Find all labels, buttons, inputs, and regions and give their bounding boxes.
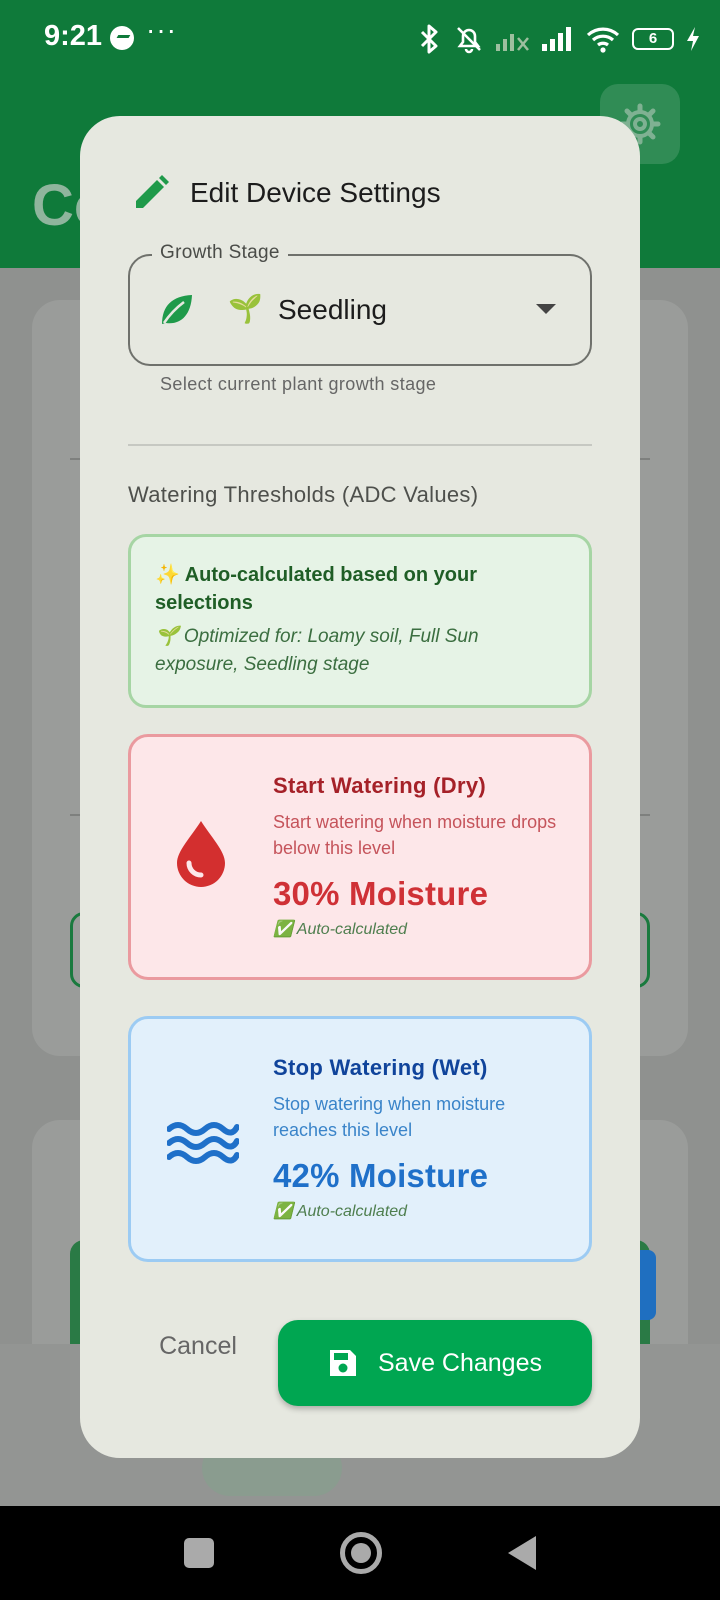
back-button[interactable] xyxy=(508,1536,536,1570)
pencil-icon xyxy=(136,175,169,208)
stop-watering-card[interactable]: Stop Watering (Wet) Stop watering when m… xyxy=(128,1016,592,1262)
wifi-icon xyxy=(586,27,620,53)
status-icons: 6 xyxy=(416,22,700,56)
auto-calculated-title: ✨ Auto-calculated based on your selectio… xyxy=(155,564,477,614)
charging-icon xyxy=(687,27,699,51)
stop-watering-value: 42% Moisture xyxy=(273,1157,489,1194)
start-watering-title: Start Watering (Dry) xyxy=(273,773,486,798)
bluetooth-icon xyxy=(420,24,438,54)
dropdown-arrow-icon xyxy=(536,304,556,314)
save-icon xyxy=(329,1350,356,1376)
stop-watering-description: Stop watering when moisture reaches this… xyxy=(273,1094,506,1140)
growth-stage-value: Seedling xyxy=(278,294,387,325)
auto-calculated-info: ✨ Auto-calculated based on your selectio… xyxy=(128,534,592,708)
messenger-icon xyxy=(110,26,134,50)
leaf-icon xyxy=(162,295,192,324)
growth-stage-label: Growth Stage xyxy=(152,242,288,264)
water-drop-icon xyxy=(177,821,225,887)
start-watering-card[interactable]: Start Watering (Dry) Start watering when… xyxy=(128,734,592,980)
waves-icon xyxy=(167,1122,239,1164)
signal-weak-icon xyxy=(496,34,529,51)
status-bar: 9:21 ··· 6 xyxy=(0,0,720,80)
seedling-emoji: 🌱 xyxy=(228,293,263,324)
edit-device-settings-dialog: Edit Device Settings Growth Stage 🌱 Seed… xyxy=(80,116,640,1458)
divider xyxy=(128,444,592,446)
bell-off-icon xyxy=(457,27,481,54)
save-changes-label: Save Changes xyxy=(377,1348,542,1377)
status-time: 9:21 xyxy=(44,20,103,52)
save-changes-button[interactable]: Save Changes xyxy=(278,1320,592,1406)
stop-watering-text: Stop Watering (Wet) Stop watering when m… xyxy=(273,1055,573,1221)
recents-button[interactable] xyxy=(184,1538,214,1568)
start-watering-note: ✅ Auto-calculated xyxy=(273,921,408,938)
dialog-header: Edit Device Settings xyxy=(132,168,441,218)
growth-stage-helper: Select current plant growth stage xyxy=(160,374,437,394)
start-watering-text: Start Watering (Dry) Start watering when… xyxy=(273,773,573,939)
home-button[interactable] xyxy=(340,1532,382,1574)
signal-icon xyxy=(542,27,571,51)
start-watering-description: Start watering when moisture drops below… xyxy=(273,812,557,858)
battery-icon: 6 xyxy=(632,28,674,50)
growth-stage-dropdown[interactable]: Growth Stage 🌱 Seedling xyxy=(128,242,592,366)
dialog-title: Edit Device Settings xyxy=(190,177,441,208)
cancel-button[interactable]: Cancel xyxy=(138,1318,258,1374)
stop-watering-note: ✅ Auto-calculated xyxy=(273,1203,408,1220)
stop-watering-title: Stop Watering (Wet) xyxy=(273,1055,488,1080)
section-title: Watering Thresholds (ADC Values) xyxy=(128,482,479,507)
start-watering-value: 30% Moisture xyxy=(273,875,489,912)
more-notifications-icon: ··· xyxy=(146,14,177,45)
auto-calculated-description: 🌱 Optimized for: Loamy soil, Full Sun ex… xyxy=(155,626,479,675)
